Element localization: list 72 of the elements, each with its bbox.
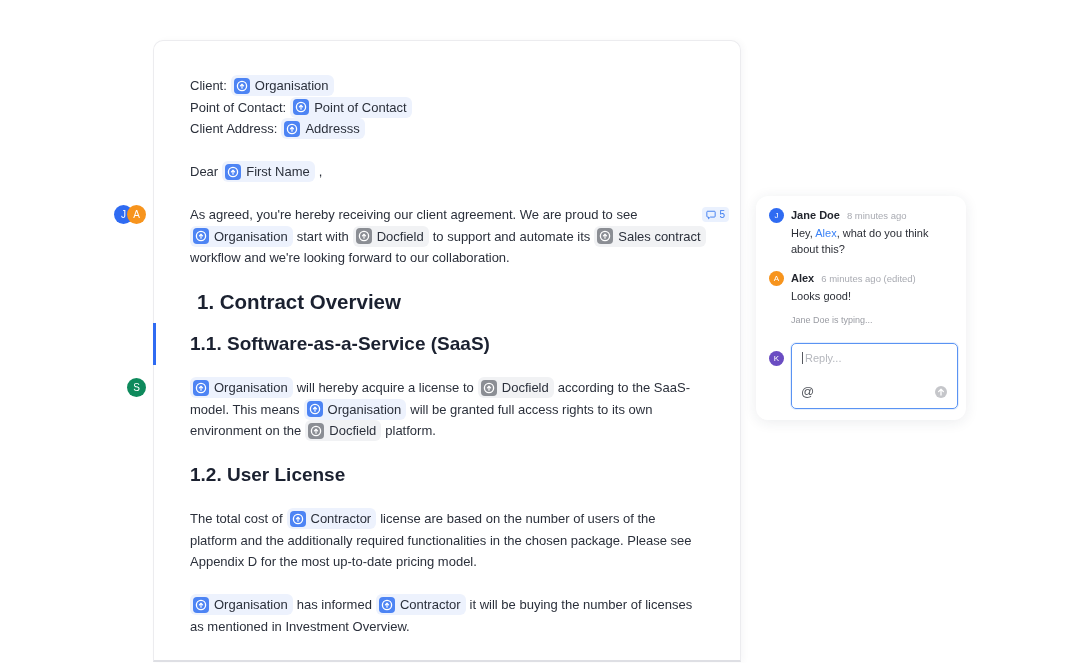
comment-author: Alex (791, 271, 815, 285)
paragraph-text: workflow and we're looking forward to our collaboration. (190, 250, 510, 266)
user-avatar: J (769, 208, 784, 223)
comment-text: Hey, Alex, what do you think about this? (791, 226, 930, 257)
paragraph-text: Client: (190, 78, 227, 94)
paragraph-text: Point of Contact: (190, 99, 287, 115)
paragraph-text: according to the SaaS- (557, 380, 690, 396)
paragraph-text: model. This means (190, 401, 300, 417)
field-chip[interactable]: Addresss (281, 118, 365, 140)
arrow-up-circle-icon (597, 228, 614, 245)
mention-link[interactable]: Alex (815, 227, 837, 239)
paragraph-text: start with (296, 228, 349, 244)
mention-button[interactable]: @ (801, 385, 815, 399)
comment-count-button[interactable]: 5 (702, 207, 729, 222)
arrow-up-circle-icon (293, 99, 310, 116)
user-avatar: S (127, 378, 146, 397)
paragraph-text: has informed (296, 597, 372, 613)
comment-text: Looks good! (791, 289, 852, 304)
paragraph-text: , (318, 164, 323, 180)
field-chip[interactable]: Contractor (375, 594, 466, 616)
paragraph-text: will hereby acquire a license to (296, 380, 474, 396)
comment-time: 8 minutes ago (846, 209, 907, 223)
comment-time: 6 minutes ago (edited) (821, 272, 916, 286)
user-avatar: K (769, 351, 784, 366)
preset-field-chip[interactable]: Docfield (305, 420, 382, 442)
preset-field-chip[interactable]: Docfield (477, 377, 554, 399)
arrow-up-circle-icon (284, 120, 301, 137)
field-chip[interactable]: Organisation (230, 75, 334, 97)
comment-icon (706, 209, 717, 220)
paragraph-text: it will be buying the number of licenses (469, 597, 693, 613)
paragraph-text: Client Address: (190, 121, 278, 137)
typing-indicator-text: Jane Doe is typing... (791, 314, 874, 327)
arrow-up-circle-icon (193, 228, 209, 245)
field-chip[interactable]: Point of Contact (290, 96, 412, 118)
paragraph-text: As agreed, you're hereby receiving our client agreement. We are proud to see (190, 207, 638, 223)
paragraph-text: Appendix D for the most up-to-date pricing model. (190, 554, 477, 570)
paragraph-text: platform. (385, 423, 436, 439)
arrow-up-circle-icon (308, 422, 325, 439)
paragraph-text: license are based on the number of users of the (380, 511, 656, 527)
arrow-up-circle-icon (233, 77, 250, 94)
user-avatar: A (127, 205, 146, 224)
comment-author: Jane Doe (791, 208, 840, 222)
subsection-heading: 1.2. User License (190, 463, 346, 487)
section-heading: 1. Contract Overview (196, 289, 401, 315)
arrow-up-circle-icon (289, 510, 306, 527)
field-chip[interactable]: First Name (222, 161, 315, 183)
paragraph-text: The total cost of (190, 511, 283, 527)
field-chip[interactable]: Organisation (303, 398, 407, 420)
arrow-up-circle-icon (193, 596, 209, 613)
paragraph-text: will be granted full access rights to its own (410, 401, 653, 417)
arrow-up-circle-icon (480, 379, 497, 396)
arrow-up-circle-icon (355, 228, 372, 245)
field-chip[interactable]: Organisation (190, 225, 293, 247)
paragraph-text: environment on the (190, 423, 302, 439)
subsection-heading: 1.1. Software-as-a-Service (SaaS) (190, 332, 490, 356)
text-caret (802, 352, 803, 364)
user-avatar: A (769, 271, 784, 286)
paragraph-text: Dear (190, 164, 219, 180)
field-chip[interactable]: Contractor (286, 508, 377, 530)
arrow-up-icon (937, 388, 945, 396)
preset-field-chip[interactable]: Sales contract (594, 225, 706, 247)
arrow-up-circle-icon (225, 163, 242, 180)
arrow-up-circle-icon (306, 401, 323, 418)
preset-field-chip[interactable]: Docfield (352, 225, 429, 247)
reply-field[interactable]: Reply... @ (791, 343, 958, 409)
arrow-up-circle-icon (378, 596, 395, 613)
paragraph-text: platform and the additionally required functionalities in the chosen package. Please see (190, 532, 692, 548)
paragraph-text: to support and automate its (432, 228, 591, 244)
paragraph-text: as mentioned in Investment Overview. (190, 618, 410, 634)
field-chip[interactable]: Organisation (190, 377, 293, 399)
field-chip[interactable]: Organisation (190, 594, 293, 616)
arrow-up-circle-icon (193, 379, 209, 396)
